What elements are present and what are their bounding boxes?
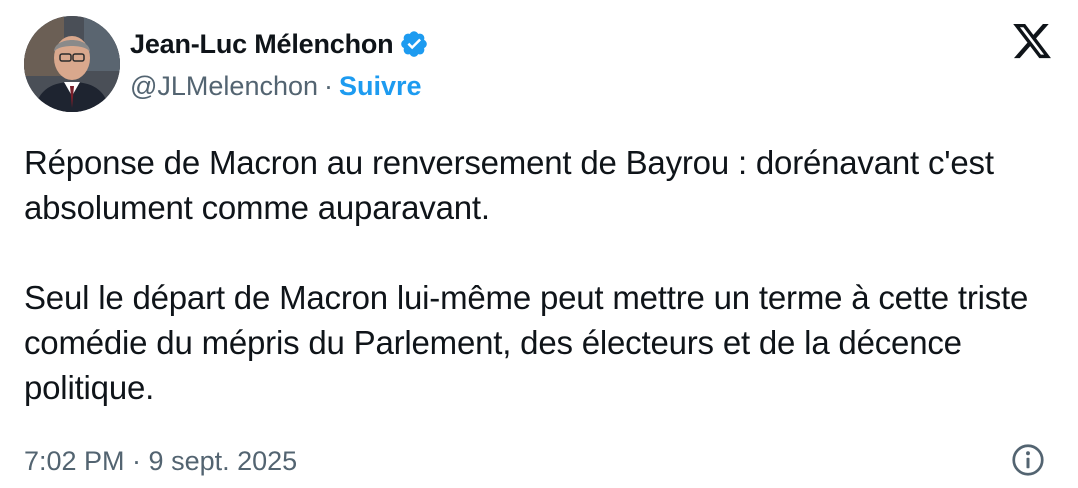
verified-badge-icon: [399, 29, 429, 59]
avatar-image: [24, 16, 120, 112]
tweet-paragraph-1: Réponse de Macron au renversement de Bay…: [24, 144, 994, 226]
avatar[interactable]: [24, 16, 120, 112]
follow-button[interactable]: Suivre: [339, 71, 422, 102]
tweet-timestamp[interactable]: 7:02 PM · 9 sept. 2025: [24, 446, 297, 477]
tweet-card: Jean-Luc Mélenchon @JLMelenchon · Suivre…: [0, 0, 1078, 488]
tweet-text: Réponse de Macron au renversement de Bay…: [24, 140, 1054, 410]
user-info: Jean-Luc Mélenchon @JLMelenchon · Suivre: [130, 26, 429, 104]
info-icon[interactable]: [1010, 442, 1046, 478]
tweet-header: Jean-Luc Mélenchon @JLMelenchon · Suivre: [24, 16, 1054, 112]
handle-row: @JLMelenchon · Suivre: [130, 68, 429, 104]
tweet-paragraph-2: Seul le départ de Macron lui-même peut m…: [24, 279, 1029, 406]
user-handle[interactable]: @JLMelenchon: [130, 71, 318, 102]
name-row: Jean-Luc Mélenchon: [130, 26, 429, 62]
display-name[interactable]: Jean-Luc Mélenchon: [130, 29, 394, 60]
separator-dot: ·: [324, 70, 334, 101]
tweet-footer: 7:02 PM · 9 sept. 2025: [24, 440, 1054, 484]
x-logo-icon[interactable]: [1010, 20, 1054, 62]
